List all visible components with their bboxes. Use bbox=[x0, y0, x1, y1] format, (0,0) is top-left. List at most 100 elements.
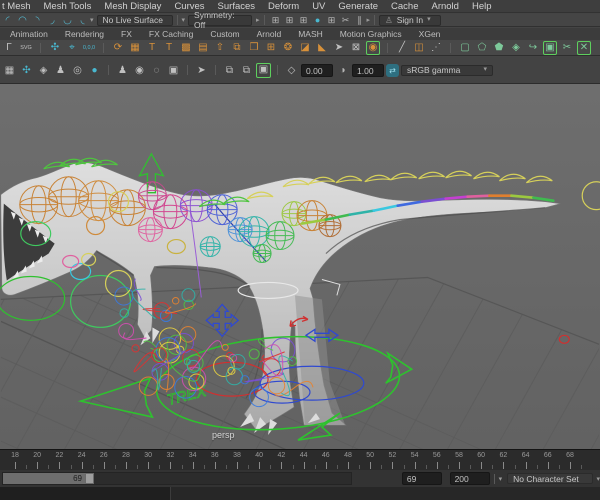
menu-uv[interactable]: UV bbox=[312, 1, 325, 12]
command-line-strip[interactable] bbox=[0, 487, 600, 500]
spine-crescent-control[interactable] bbox=[390, 172, 418, 181]
spine-crescent-control[interactable] bbox=[335, 175, 363, 184]
rig-ring-control[interactable] bbox=[104, 269, 133, 298]
range-slider-bar[interactable]: 69 bbox=[3, 473, 85, 484]
rig-ring-control[interactable] bbox=[70, 274, 132, 328]
exposure-icon[interactable]: ◇ bbox=[284, 63, 299, 78]
selection-falloff-icon-3[interactable]: ◝ bbox=[30, 15, 45, 26]
grid-plus-icon[interactable]: ▤ bbox=[196, 41, 210, 55]
animation-end-field[interactable]: 200 bbox=[449, 472, 490, 485]
tab-animation[interactable]: Animation bbox=[10, 29, 48, 39]
tab-motion-graphics[interactable]: Motion Graphics bbox=[340, 29, 402, 39]
spine-crescent-control[interactable] bbox=[473, 171, 500, 180]
colorspace-dropdown[interactable]: sRGB gamma ▾ bbox=[401, 64, 493, 76]
rig-ring-control[interactable] bbox=[558, 334, 570, 344]
dense-grid-icon[interactable]: ▩ bbox=[179, 41, 193, 55]
sphere-box-icon[interactable]: ▣ bbox=[543, 40, 557, 55]
viewport-panel[interactable]: TREX persp bbox=[0, 84, 600, 449]
selection-falloff-icon-1[interactable]: ◜ bbox=[0, 15, 15, 26]
tail-spline-control[interactable] bbox=[466, 194, 491, 198]
dinosaur-model[interactable] bbox=[0, 162, 561, 436]
measure-tool-icon[interactable]: ⌖ bbox=[65, 41, 79, 55]
keys-grid-icon[interactable]: ⊞ bbox=[325, 15, 339, 26]
set-keyframe-icon[interactable]: ⊞ bbox=[269, 15, 283, 26]
auto-keyframe-icon[interactable]: ● bbox=[311, 15, 325, 25]
pen-line-icon[interactable]: ╱ bbox=[395, 41, 409, 55]
extrude-cylinder-icon[interactable]: ⇧ bbox=[213, 41, 227, 55]
magnet-snap-icon[interactable]: ◉ bbox=[132, 63, 147, 78]
tab-mash[interactable]: MASH bbox=[298, 29, 323, 39]
tab-fx[interactable]: FX bbox=[121, 29, 132, 39]
poly-pentagon-fill-icon[interactable]: ⬟ bbox=[492, 41, 506, 55]
exposure-field[interactable]: 0.00 bbox=[301, 63, 333, 77]
spine-crescent-control[interactable] bbox=[499, 173, 526, 182]
selection-falloff-icon-4[interactable]: ◞ bbox=[45, 15, 60, 26]
menu-help[interactable]: Help bbox=[472, 1, 492, 12]
sphere-points-icon[interactable]: ◉ bbox=[366, 40, 380, 55]
tail-spline-control[interactable] bbox=[532, 196, 555, 202]
motor-field-icon[interactable]: ✣ bbox=[48, 41, 62, 55]
menu-mesh-display[interactable]: Mesh Display bbox=[104, 1, 161, 12]
symmetry-caret-icon[interactable]: ▾ bbox=[182, 16, 186, 24]
snap-grid-icon[interactable]: ▦ bbox=[2, 63, 17, 78]
snap-view-icon[interactable]: ♟ bbox=[53, 63, 68, 78]
wheel-icon[interactable]: ❂ bbox=[281, 41, 295, 55]
menu-generate[interactable]: Generate bbox=[338, 1, 378, 12]
spine-crescent-control[interactable] bbox=[525, 175, 553, 184]
rig-ring-control[interactable] bbox=[581, 181, 600, 211]
sign-in-button[interactable]: ♙ Sign In ▾ bbox=[379, 14, 442, 26]
output-connections-icon[interactable]: ⧉ bbox=[239, 63, 254, 78]
layers-diamond-icon[interactable]: ⧉ bbox=[230, 41, 244, 55]
menu-cache[interactable]: Cache bbox=[391, 1, 418, 12]
cut-tool-icon[interactable]: ✂ bbox=[560, 41, 574, 55]
dotted-pen-icon[interactable]: ⋰ bbox=[429, 41, 443, 55]
tab-arnold[interactable]: Arnold bbox=[257, 29, 282, 39]
rig-snap-icon[interactable]: ♟ bbox=[115, 63, 130, 78]
tail-spline-control[interactable] bbox=[510, 194, 535, 199]
blocks-grid-icon[interactable]: ▦ bbox=[128, 41, 142, 55]
lattice-box-icon[interactable]: ⊠ bbox=[349, 41, 363, 55]
set-breakdown-icon[interactable]: ⊞ bbox=[283, 15, 297, 26]
select-cursor-icon[interactable]: ➤ bbox=[194, 63, 209, 78]
spine-crescent-control[interactable] bbox=[364, 174, 392, 183]
symmetry-expand-icon[interactable]: ▸ bbox=[256, 16, 260, 24]
sync-arrows-icon[interactable]: ⟳ bbox=[111, 41, 125, 55]
snap-point-icon[interactable]: ◈ bbox=[36, 63, 51, 78]
split-plane-icon[interactable]: ◫ bbox=[412, 41, 426, 55]
arrow-right-icon[interactable]: ➤ bbox=[332, 41, 346, 55]
character-set-caret-icon[interactable]: ▾ bbox=[597, 475, 600, 483]
poly-cube-icon[interactable]: ◈ bbox=[509, 41, 523, 55]
spine-crescent-control[interactable] bbox=[445, 170, 472, 179]
gamma-field[interactable]: 1.00 bbox=[352, 63, 384, 77]
live-surface-caret-icon[interactable]: ▾ bbox=[90, 16, 94, 24]
selection-falloff-icon-6[interactable]: ◟ bbox=[75, 15, 90, 26]
selection-falloff-icon-2[interactable]: ◠ bbox=[15, 15, 30, 26]
tail-spline-control[interactable] bbox=[444, 195, 469, 200]
symmetry-dropdown[interactable]: Symmetry: Off bbox=[188, 10, 253, 30]
origin-locator-icon[interactable]: 0,0,0 bbox=[82, 41, 96, 55]
range-caret-icon[interactable]: ▾ bbox=[499, 475, 503, 483]
circle-snap-icon[interactable]: ◌ bbox=[149, 63, 164, 78]
snap-curve-icon[interactable]: ✣ bbox=[19, 63, 34, 78]
menu-deform[interactable]: Deform bbox=[268, 1, 299, 12]
character-set-dropdown[interactable]: No Character Set bbox=[507, 473, 593, 484]
tab-rendering[interactable]: Rendering bbox=[65, 29, 104, 39]
playback-end-field[interactable]: 69 bbox=[401, 472, 443, 485]
spine-crescent-control[interactable] bbox=[418, 171, 445, 180]
knife-plane-icon[interactable]: ◪ bbox=[298, 41, 312, 55]
keyframe-options-icon[interactable]: ⊞ bbox=[297, 15, 311, 26]
plane-arrow-icon[interactable]: ◣ bbox=[315, 41, 329, 55]
snapshot-icon[interactable]: ✂ bbox=[339, 15, 353, 26]
range-slider-handle[interactable] bbox=[85, 473, 94, 484]
range-slider-track[interactable]: 69 bbox=[2, 472, 353, 485]
type-extrude-down-icon[interactable]: T bbox=[162, 41, 176, 55]
selection-falloff-icon-5[interactable]: ◡ bbox=[60, 15, 75, 26]
knife-x-icon[interactable]: ✕ bbox=[577, 40, 591, 55]
svg-tool-icon[interactable]: SVG bbox=[19, 41, 33, 55]
input-connections-icon[interactable]: ⧉ bbox=[222, 63, 237, 78]
tab-xgen[interactable]: XGen bbox=[419, 29, 441, 39]
time-slider[interactable]: 18 20 22 24 26 28 30 32 34 36 38 40 42 44 46 48 50 52 54 56… bbox=[0, 449, 600, 470]
cube-icon[interactable]: ❒ bbox=[247, 41, 261, 55]
spine-crescent-control[interactable] bbox=[91, 159, 118, 168]
type-tool-icon[interactable]: Γ bbox=[2, 41, 16, 55]
